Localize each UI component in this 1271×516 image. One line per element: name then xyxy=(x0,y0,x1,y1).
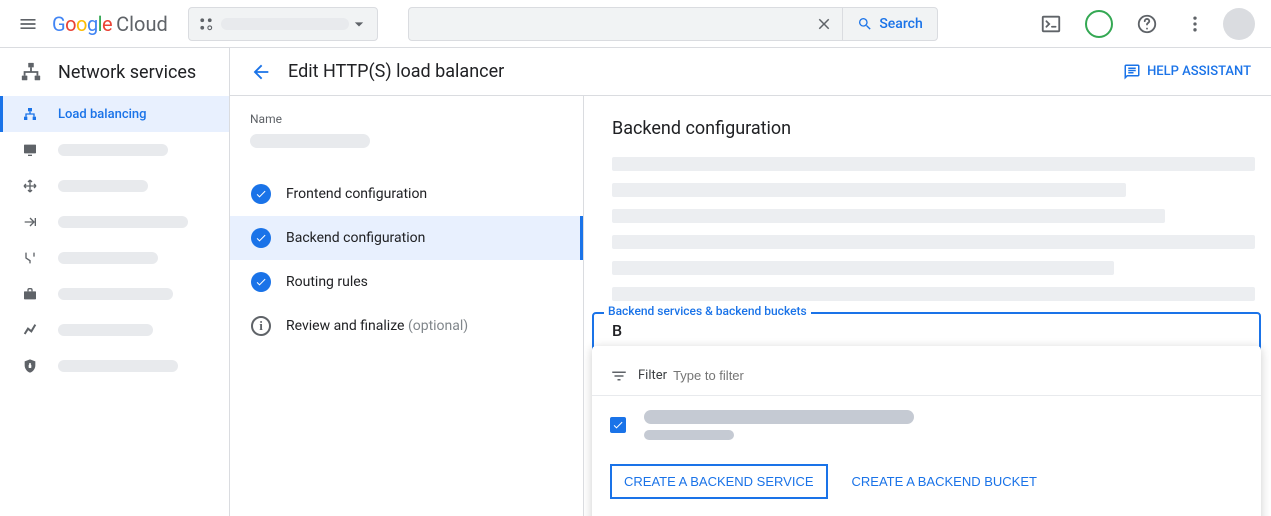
step-optional-label: (optional) xyxy=(408,318,468,334)
cloud-text: Cloud xyxy=(116,12,168,36)
sidebar-item-label-placeholder xyxy=(58,288,173,300)
google-cloud-logo[interactable]: Google Cloud xyxy=(52,12,168,36)
description-placeholder xyxy=(612,157,1255,171)
network-services-icon xyxy=(20,61,42,83)
filter-row: Filter xyxy=(592,356,1261,396)
sidebar-item-label-placeholder xyxy=(58,216,188,228)
filter-label: Filter xyxy=(638,368,667,383)
sidebar-item-label-placeholder xyxy=(58,324,153,336)
project-icon xyxy=(197,15,215,33)
chart-icon xyxy=(20,322,40,338)
shield-icon xyxy=(20,358,40,374)
sidebar-item-label-placeholder xyxy=(58,360,178,372)
sidebar-title: Network services xyxy=(58,62,196,83)
search-input[interactable] xyxy=(409,16,807,31)
step-label: Routing rules xyxy=(286,274,368,290)
terminal-icon xyxy=(1040,13,1062,35)
chat-icon xyxy=(1123,63,1141,81)
content-header: Edit HTTP(S) load balancer HELP ASSISTAN… xyxy=(230,48,1271,96)
google-logo-text: Google xyxy=(52,12,112,36)
name-field-value-placeholder xyxy=(250,134,370,148)
search-icon xyxy=(857,16,873,32)
briefcase-icon xyxy=(20,286,40,302)
more-options-button[interactable] xyxy=(1175,4,1215,44)
info-circle-icon: i xyxy=(251,316,271,336)
create-backend-service-button[interactable]: CREATE A BACKEND SERVICE xyxy=(610,464,828,499)
sidebar-item-load-balancing[interactable]: Load balancing xyxy=(0,96,229,132)
help-icon xyxy=(1136,13,1158,35)
load-balancing-icon xyxy=(20,106,40,122)
project-name-placeholder xyxy=(221,18,349,30)
hamburger-icon xyxy=(18,14,38,34)
page-title: Edit HTTP(S) load balancer xyxy=(288,61,504,82)
help-button[interactable] xyxy=(1127,4,1167,44)
name-field-label: Name xyxy=(230,112,583,126)
close-icon xyxy=(815,15,833,33)
chevron-down-icon xyxy=(349,14,369,34)
step-label: Review and finalize xyxy=(286,318,404,334)
more-vert-icon xyxy=(1185,14,1205,34)
backend-option-row[interactable] xyxy=(592,396,1261,454)
create-backend-bucket-button[interactable]: CREATE A BACKEND BUCKET xyxy=(848,466,1041,497)
sidebar-item-placeholder[interactable] xyxy=(0,276,229,312)
step-frontend-configuration[interactable]: Frontend configuration xyxy=(230,172,583,216)
sidebar-item-placeholder[interactable] xyxy=(0,132,229,168)
search-clear-button[interactable] xyxy=(806,15,842,33)
search-button[interactable]: Search xyxy=(842,8,936,40)
step-review-finalize[interactable]: i Review and finalize (optional) xyxy=(230,304,583,348)
description-placeholder xyxy=(612,235,1255,249)
hamburger-menu-button[interactable] xyxy=(8,4,48,44)
help-assistant-link[interactable]: HELP ASSISTANT xyxy=(1123,63,1251,81)
screen-icon xyxy=(20,142,40,158)
sidebar-item-placeholder[interactable] xyxy=(0,204,229,240)
help-assistant-label: HELP ASSISTANT xyxy=(1147,64,1251,79)
sidebar-item-label-placeholder xyxy=(58,252,158,264)
green-circle-icon xyxy=(1085,10,1113,38)
check-circle-icon xyxy=(251,184,271,204)
step-backend-configuration[interactable]: Backend configuration xyxy=(230,216,583,260)
sidebar-item-label: Load balancing xyxy=(58,107,147,122)
step-label: Backend configuration xyxy=(286,230,425,246)
option-checkbox-checked[interactable] xyxy=(610,417,626,433)
sidebar-item-label-placeholder xyxy=(58,180,148,192)
step-routing-rules[interactable]: Routing rules xyxy=(230,260,583,304)
sidebar-item-placeholder[interactable] xyxy=(0,168,229,204)
sidebar-item-placeholder[interactable] xyxy=(0,312,229,348)
move-icon xyxy=(20,178,40,194)
arrow-right-icon xyxy=(20,214,40,230)
sidebar: Network services Load balancing xyxy=(0,48,230,516)
backend-selector-legend: Backend services & backend buckets xyxy=(604,304,811,318)
description-placeholder xyxy=(612,209,1165,223)
search-button-label: Search xyxy=(879,16,922,32)
arrow-back-icon xyxy=(250,61,272,83)
account-avatar[interactable] xyxy=(1223,8,1255,40)
option-subtitle-placeholder xyxy=(644,430,734,440)
check-circle-icon xyxy=(251,272,271,292)
filter-icon xyxy=(610,367,628,385)
check-circle-icon xyxy=(251,228,271,248)
option-title-placeholder xyxy=(644,410,914,424)
description-placeholder xyxy=(612,183,1126,197)
project-selector-dropdown[interactable] xyxy=(188,7,378,41)
sidebar-item-placeholder[interactable] xyxy=(0,240,229,276)
step-label: Frontend configuration xyxy=(286,186,427,202)
back-button[interactable] xyxy=(250,61,272,83)
checkmark-icon xyxy=(612,419,624,431)
connector-icon xyxy=(20,250,40,266)
sidebar-item-label-placeholder xyxy=(58,144,168,156)
backend-config-panel: Backend configuration B Backend services… xyxy=(584,96,1271,516)
cloud-shell-button[interactable] xyxy=(1031,4,1071,44)
backend-selector-dropdown-panel: Filter C xyxy=(592,346,1261,516)
section-title: Backend configuration xyxy=(612,118,1255,139)
sidebar-header[interactable]: Network services xyxy=(0,48,229,96)
filter-input[interactable] xyxy=(673,368,849,383)
sidebar-item-placeholder[interactable] xyxy=(0,348,229,384)
search-box: Search xyxy=(408,7,938,41)
config-steps-panel: Name Frontend configuration Backend conf… xyxy=(230,96,584,516)
description-placeholder xyxy=(612,261,1114,275)
trial-status-indicator[interactable] xyxy=(1079,4,1119,44)
